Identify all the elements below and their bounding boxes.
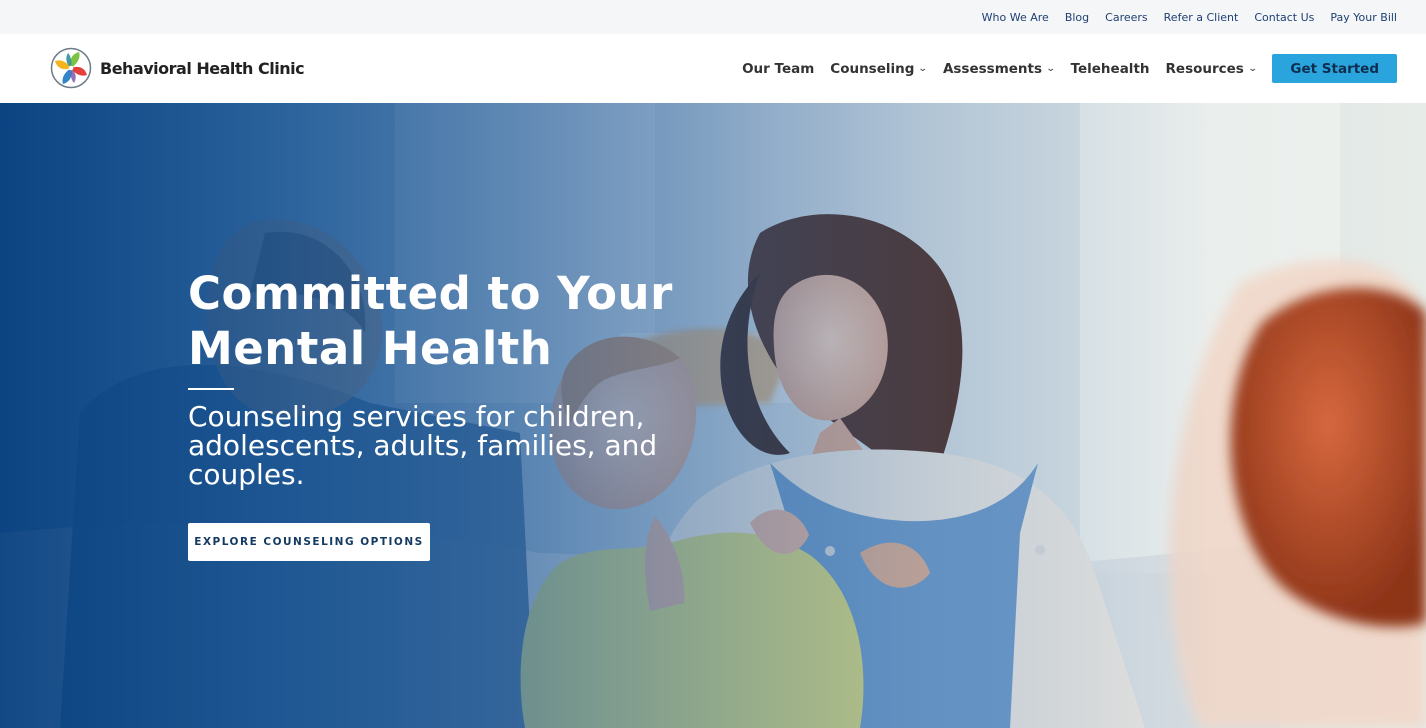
nav-label-telehealth: Telehealth: [1070, 60, 1150, 77]
hero-section: Committed to Your Mental Health Counseli…: [0, 103, 1426, 728]
get-started-button[interactable]: Get Started: [1272, 54, 1397, 83]
nav-label-counseling: Counseling: [830, 60, 915, 77]
nav-item-our-team[interactable]: Our Team: [742, 61, 814, 77]
nav-item-counseling[interactable]: Counseling ⌄: [830, 60, 929, 77]
pinwheel-logo-icon: [50, 47, 92, 89]
utility-link-pay-your-bill[interactable]: Pay Your Bill: [1330, 11, 1397, 24]
utility-link-blog[interactable]: Blog: [1065, 11, 1089, 24]
utility-link-who-we-are[interactable]: Who We Are: [982, 11, 1049, 24]
chevron-down-icon: ⌄: [918, 64, 929, 74]
top-utility-bar: Who We Are Blog Careers Refer a Client C…: [0, 0, 1426, 34]
hero-subtitle: Counseling services for children, adoles…: [188, 400, 658, 491]
nav-label-resources: Resources: [1165, 60, 1244, 77]
nav-item-resources[interactable]: Resources ⌄: [1165, 60, 1258, 77]
chevron-down-icon: ⌄: [1247, 64, 1258, 74]
brand-home-link[interactable]: Behavioral Health Clinic: [50, 47, 305, 89]
main-header: Behavioral Health Clinic Our Team Counse…: [0, 34, 1426, 103]
chevron-down-icon: ⌄: [1045, 64, 1056, 74]
hero-title-line-2: Mental Health: [188, 322, 553, 375]
nav-item-telehealth[interactable]: Telehealth: [1071, 61, 1150, 77]
hero-content: Committed to Your Mental Health Counseli…: [188, 266, 708, 561]
nav-label-assessments: Assessments: [942, 60, 1043, 77]
hero-divider: [188, 388, 234, 390]
utility-link-contact-us[interactable]: Contact Us: [1254, 11, 1314, 24]
nav-item-assessments[interactable]: Assessments ⌄: [942, 60, 1056, 77]
primary-nav: Our Team Counseling ⌄ Assessments ⌄ Tele…: [742, 54, 1397, 83]
nav-label-our-team: Our Team: [742, 60, 815, 77]
hero-title: Committed to Your Mental Health: [188, 266, 708, 376]
hero-title-line-1: Committed to Your: [188, 267, 673, 320]
utility-nav: Who We Are Blog Careers Refer a Client C…: [982, 0, 1397, 34]
utility-link-careers[interactable]: Careers: [1105, 11, 1148, 24]
brand-name: Behavioral Health Clinic: [100, 58, 305, 78]
explore-counseling-options-button[interactable]: EXPLORE COUNSELING OPTIONS: [188, 523, 430, 561]
utility-link-refer-a-client[interactable]: Refer a Client: [1164, 11, 1239, 24]
